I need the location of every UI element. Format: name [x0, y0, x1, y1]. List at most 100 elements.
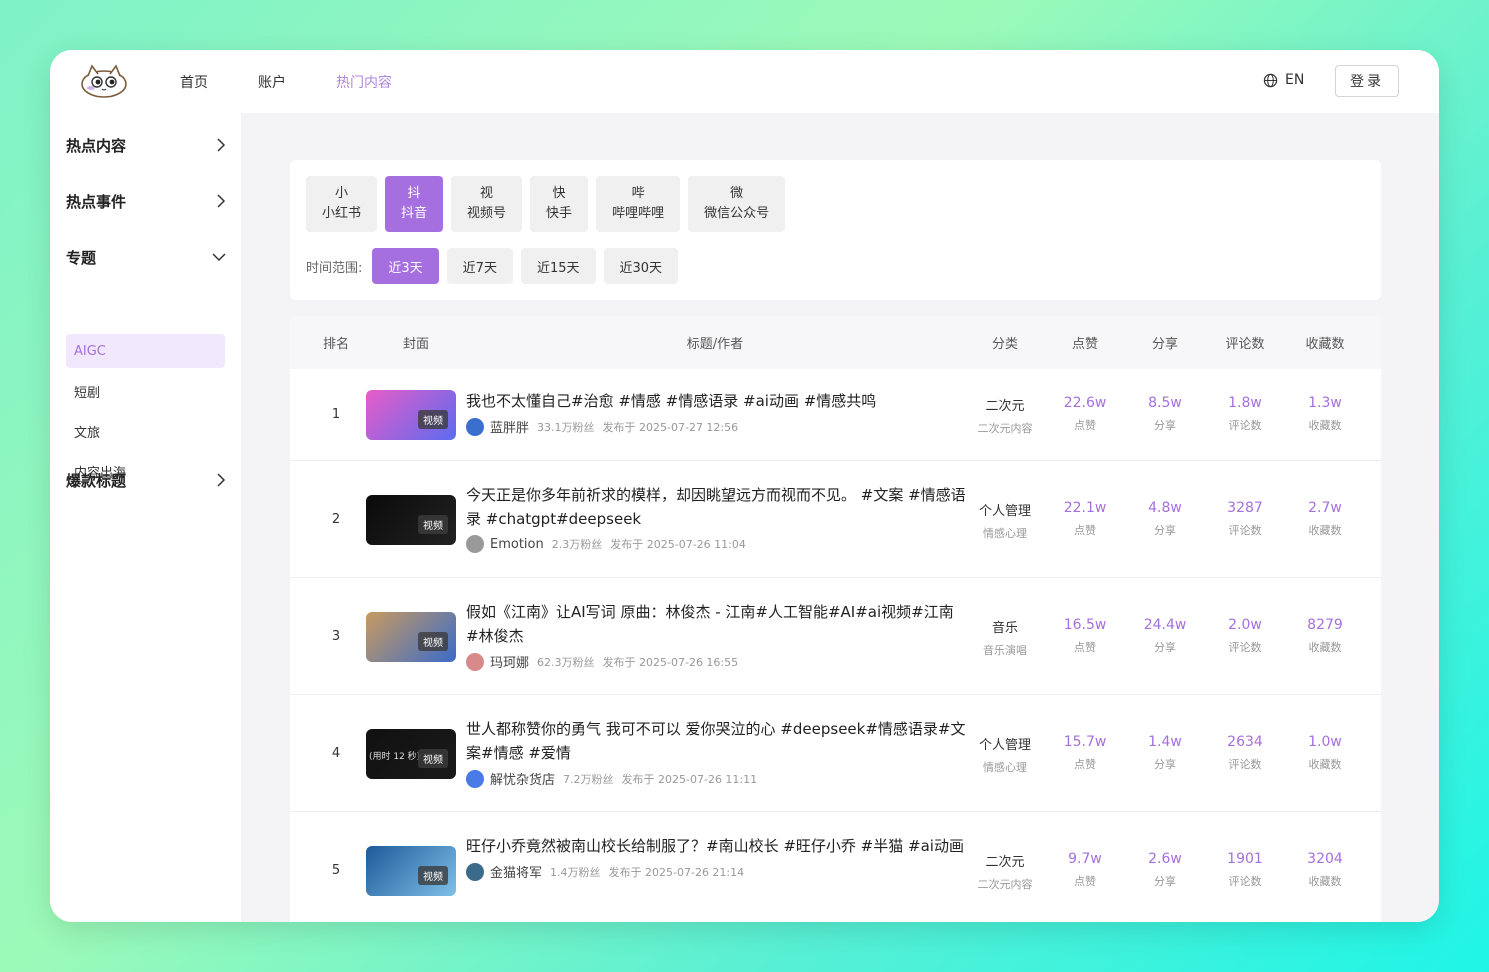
author-name[interactable]: 解忧杂货店: [490, 769, 555, 788]
rank-number: 1: [331, 407, 341, 422]
header-title-author: 标题/作者: [686, 337, 744, 352]
favorites-value: 8279: [1307, 616, 1343, 633]
content-title-link[interactable]: 世人都称赞你的勇气 我可不可以 爱你哭泣的心 #deepseek#情感语录#文案…: [466, 717, 966, 765]
likes-label: 点赞: [1074, 874, 1096, 888]
video-badge: 视频: [418, 631, 448, 651]
author-name[interactable]: 玛珂娜: [490, 652, 529, 671]
tab-douyin[interactable]: 抖 抖音: [385, 176, 444, 232]
favorites-cell: 2.7w 收藏数: [1285, 500, 1365, 538]
video-cover-thumbnail[interactable]: (用时 12 秒) 视频: [366, 728, 456, 779]
author-avatar[interactable]: [466, 535, 484, 553]
sidebar-item-culture-travel[interactable]: 文旅: [66, 414, 225, 448]
comments-label: 评论数: [1228, 874, 1262, 888]
sidebar-item-short-drama[interactable]: 短剧: [66, 374, 225, 408]
publish-time: 发布于 2025-07-26 11:04: [610, 538, 746, 551]
sidebar-group-viral-titles[interactable]: 爆款标题: [66, 465, 226, 495]
video-cover-thumbnail[interactable]: 视频: [366, 494, 456, 545]
content-title-link[interactable]: 假如《江南》让AI写词 原曲：林俊杰 - 江南#人工智能#AI#ai视频#江南 …: [466, 600, 966, 648]
shares-cell: 1.4w 分享: [1125, 734, 1205, 772]
time-30-days-button[interactable]: 近30天: [603, 248, 679, 284]
comments-value: 2634: [1227, 733, 1263, 750]
video-cover-thumbnail[interactable]: 视频: [366, 611, 456, 662]
content-title-link[interactable]: 旺仔小乔竟然被南山校长给制服了？#南山校长 #旺仔小乔 #半猫 #ai动画: [466, 834, 966, 858]
sidebar-group-label: 热点事件: [66, 192, 127, 211]
comments-value: 1.8w: [1228, 395, 1262, 411]
likes-value: 22.6w: [1063, 395, 1107, 411]
time-7-days-button[interactable]: 近7天: [446, 248, 513, 284]
video-cover-thumbnail[interactable]: 视频: [366, 390, 456, 440]
favorites-value: 2.7w: [1308, 499, 1342, 516]
category-cell: 二次元 二次元内容: [965, 851, 1045, 892]
title-author-cell: 假如《江南》让AI写词 原曲：林俊杰 - 江南#人工智能#AI#ai视频#江南 …: [466, 600, 966, 671]
sidebar-group-hot-content[interactable]: 热点内容: [66, 130, 226, 160]
content-title-link[interactable]: 我也不太懂自己#治愈 #情感 #情感语录 #ai动画 #情感共鸣: [466, 389, 966, 413]
nav-home[interactable]: 首页: [180, 72, 208, 92]
rank-number: 3: [331, 628, 341, 644]
author-avatar[interactable]: [466, 417, 484, 436]
publish-time: 发布于 2025-07-26 21:14: [608, 865, 745, 879]
comments-cell: 1.8w 评论数: [1205, 395, 1285, 433]
tab-xiaohongshu[interactable]: 小 小红书: [306, 176, 378, 232]
likes-cell: 22.6w 点赞: [1045, 395, 1125, 433]
table-row[interactable]: 2 视频 今天正是你多年前祈求的模样，却因眺望远方而视而不见。 #文案 #情感语…: [290, 461, 1381, 578]
login-button[interactable]: 登录: [1335, 65, 1399, 97]
author-meta: 金猫将军 1.4万粉丝 发布于 2025-07-26 21:14: [466, 862, 966, 881]
sidebar-group-hot-events[interactable]: 热点事件: [66, 186, 226, 216]
favorites-label: 收藏数: [1308, 419, 1342, 432]
favorites-value: 1.3w: [1308, 395, 1342, 411]
comments-cell: 1901 评论数: [1205, 851, 1285, 889]
header-likes[interactable]: 点赞: [1045, 316, 1125, 369]
sidebar-group-topics[interactable]: 专题: [66, 242, 226, 272]
language-switch[interactable]: EN: [1263, 72, 1304, 88]
table-row[interactable]: 4 (用时 12 秒) 视频 世人都称赞你的勇气 我可不可以 爱你哭泣的心 #d…: [290, 695, 1381, 812]
comments-label: 评论数: [1228, 419, 1262, 432]
nav-hot-content[interactable]: 热门内容: [336, 72, 392, 92]
header-favorites[interactable]: 收藏数: [1285, 316, 1365, 369]
sidebar-group-label: 热点内容: [66, 136, 127, 155]
author-avatar[interactable]: [466, 769, 484, 788]
nav-account[interactable]: 账户: [258, 72, 286, 92]
header-cover: 封面: [402, 337, 429, 352]
sidebar-item-aigc[interactable]: AIGC: [66, 334, 225, 368]
shares-value: 8.5w: [1148, 395, 1182, 411]
header-comments[interactable]: 评论数: [1205, 316, 1285, 369]
video-cover-thumbnail[interactable]: 视频: [366, 845, 456, 896]
time-15-days-button[interactable]: 近15天: [520, 248, 596, 284]
tab-wechat-official[interactable]: 微 微信公众号: [688, 176, 786, 232]
content-title-link[interactable]: 今天正是你多年前祈求的模样，却因眺望远方而视而不见。 #文案 #情感语录 #ch…: [466, 483, 966, 531]
tab-bilibili[interactable]: 哔 哔哩哔哩: [596, 176, 681, 232]
publish-time: 发布于 2025-07-26 16:55: [602, 655, 739, 669]
shares-cell: 2.6w 分享: [1125, 851, 1205, 889]
category-sub: 二次元内容: [977, 877, 1033, 891]
table-row[interactable]: 3 视频 假如《江南》让AI写词 原曲：林俊杰 - 江南#人工智能#AI#ai视…: [290, 578, 1381, 695]
platform-tabs: 小 小红书 抖 抖音 视 视频号 快 快手 哔 哔哩哔哩 微 微信公众号: [306, 176, 793, 232]
video-badge: 视频: [418, 748, 448, 768]
likes-label: 点赞: [1074, 523, 1096, 537]
cat-logo-icon[interactable]: [80, 62, 128, 98]
author-name[interactable]: Emotion: [490, 537, 544, 552]
category-cell: 音乐 音乐演唱: [965, 617, 1045, 658]
favorites-value: 3204: [1307, 850, 1343, 867]
tab-kuaishou[interactable]: 快 快手: [530, 176, 589, 232]
likes-value: 9.7w: [1068, 850, 1102, 867]
platform-icon-char: 视: [480, 186, 494, 201]
author-name[interactable]: 金猫将军: [490, 862, 542, 881]
time-3-days-button[interactable]: 近3天: [372, 248, 439, 284]
table-row[interactable]: 1 视频 我也不太懂自己#治愈 #情感 #情感语录 #ai动画 #情感共鸣 蓝胖…: [290, 369, 1381, 461]
favorites-cell: 8279 收藏数: [1285, 617, 1365, 655]
favorites-cell: 1.0w 收藏数: [1285, 734, 1365, 772]
rank-number: 4: [331, 745, 341, 761]
comments-value: 3287: [1227, 499, 1263, 516]
category-sub: 二次元内容: [977, 422, 1033, 435]
comments-label: 评论数: [1228, 757, 1262, 771]
header-shares[interactable]: 分享: [1125, 316, 1205, 369]
tab-shipinhao[interactable]: 视 视频号: [451, 176, 523, 232]
author-avatar[interactable]: [466, 862, 484, 881]
table-row[interactable]: 5 视频 旺仔小乔竟然被南山校长给制服了？#南山校长 #旺仔小乔 #半猫 #ai…: [290, 812, 1381, 922]
video-badge: 视频: [418, 410, 448, 429]
fans-count: 1.4万粉丝: [550, 865, 601, 879]
video-badge: 视频: [418, 865, 448, 885]
chevron-right-icon: [217, 194, 226, 208]
author-avatar[interactable]: [466, 652, 484, 671]
author-name[interactable]: 蓝胖胖: [490, 417, 529, 436]
